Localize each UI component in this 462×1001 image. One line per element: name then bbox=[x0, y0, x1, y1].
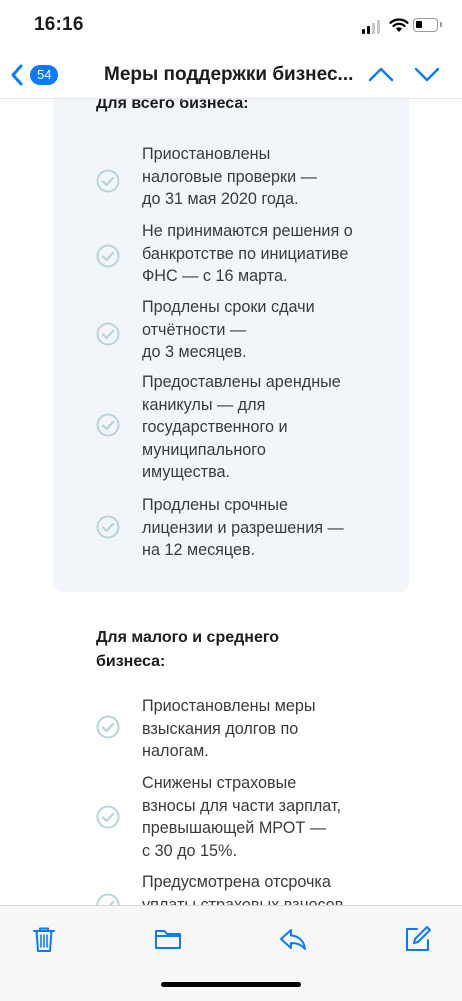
list-item-text: Не принимаются решения о банкротстве по … bbox=[142, 222, 353, 285]
wifi-icon bbox=[389, 18, 409, 32]
email-body[interactable]: Для всего бизнеса: Приостановлены налого… bbox=[0, 98, 462, 905]
trash-icon[interactable] bbox=[29, 924, 59, 954]
check-circle-icon bbox=[96, 169, 120, 193]
list-item-text: Приостановлены меры взыскания долгов по … bbox=[142, 697, 316, 760]
list-item-text: Продлены сроки сдачи отчётности — до 3 м… bbox=[142, 298, 315, 361]
navigation-bar: 54 Меры поддержки бизнес... bbox=[0, 52, 462, 99]
compose-icon[interactable] bbox=[402, 924, 432, 954]
chevron-left-icon bbox=[11, 64, 23, 86]
status-bar: 16:16 bbox=[0, 0, 462, 52]
section-heading-small-medium-business: Для малого и среднего бизнеса: bbox=[96, 629, 280, 670]
list-item-text: Продлены срочные лицензии и разрешения —… bbox=[142, 496, 344, 559]
battery-icon bbox=[413, 18, 442, 32]
back-button[interactable]: 54 bbox=[10, 62, 59, 88]
folder-icon[interactable] bbox=[153, 924, 183, 954]
cellular-signal-icon bbox=[362, 20, 382, 34]
check-circle-icon bbox=[96, 244, 120, 268]
check-circle-icon bbox=[96, 893, 120, 905]
check-circle-icon bbox=[96, 515, 120, 539]
check-circle-icon bbox=[96, 715, 120, 739]
status-time: 16:16 bbox=[34, 14, 84, 35]
list-item-text: Снижены страховые взносы для части зарпл… bbox=[142, 774, 342, 860]
check-circle-icon bbox=[96, 413, 120, 437]
message-subject-title: Меры поддержки бизнес... bbox=[104, 64, 354, 85]
section-heading-all-business: Для всего бизнеса: bbox=[96, 98, 249, 112]
reply-icon[interactable] bbox=[278, 924, 308, 954]
home-indicator bbox=[161, 982, 301, 987]
list-item-text: Предоставлены арендные каникулы — для го… bbox=[142, 373, 341, 481]
next-message-chevron-down-icon[interactable] bbox=[414, 64, 440, 84]
list-item-text: Предусмотрена отсрочка уплаты страховых … bbox=[142, 873, 344, 905]
unread-count-badge: 54 bbox=[30, 65, 59, 85]
check-circle-icon bbox=[96, 322, 120, 346]
list-item-text: Приостановлены налоговые проверки — до 3… bbox=[142, 145, 317, 208]
check-circle-icon bbox=[96, 805, 120, 829]
previous-message-chevron-up-icon[interactable] bbox=[368, 64, 394, 84]
